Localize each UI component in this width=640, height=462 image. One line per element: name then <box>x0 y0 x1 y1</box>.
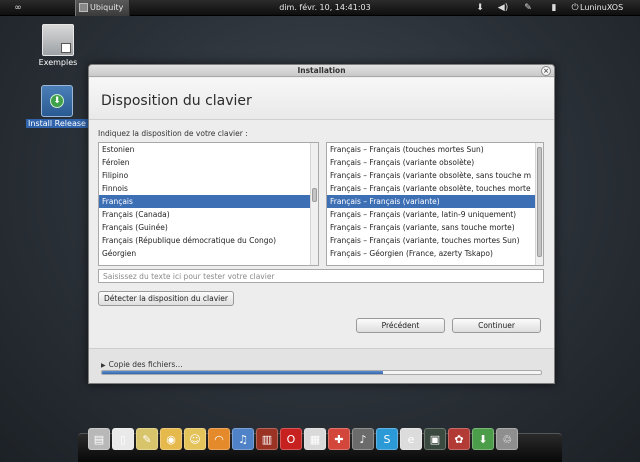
scrollbar-thumb[interactable] <box>537 147 542 257</box>
skype-icon[interactable]: S <box>376 428 398 450</box>
installer-icon: ⬇ <box>41 85 73 117</box>
list-item[interactable]: Estonien <box>99 143 310 156</box>
opera-icon[interactable]: O <box>280 428 302 450</box>
user-menu[interactable]: LuninuXOS <box>580 0 638 16</box>
list-item[interactable]: Français (Canada) <box>99 208 310 221</box>
back-button[interactable]: Précédent <box>356 318 445 333</box>
panel-clock[interactable]: dim. févr. 10, 14:41:03 <box>270 0 380 16</box>
close-icon[interactable]: × <box>541 66 551 76</box>
puzzle-icon[interactable]: ✚ <box>328 428 350 450</box>
window-title: Installation <box>297 66 346 75</box>
progress-bar <box>101 370 542 375</box>
list-item[interactable]: Français – Français (variante, latin-9 u… <box>327 208 535 221</box>
list-item[interactable]: Français – Français (touches mortes Sun) <box>327 143 535 156</box>
cheese-icon[interactable]: ◉ <box>160 428 182 450</box>
contacts-icon[interactable]: ☺ <box>184 428 206 450</box>
list-item[interactable]: Filipino <box>99 169 310 182</box>
list-item[interactable]: Français – Français (variante, sans touc… <box>327 221 535 234</box>
rss-icon[interactable]: ◠ <box>208 428 230 450</box>
volume-icon[interactable]: ◀) <box>496 0 510 16</box>
list-item[interactable]: Féroïen <box>99 156 310 169</box>
page-header: Disposition du clavier <box>89 78 554 120</box>
variant-list-scrollbar[interactable] <box>535 143 543 265</box>
window-title-bar[interactable]: Installation × <box>89 65 554 77</box>
progress-expander[interactable]: ▶ Copie des fichiers… <box>101 360 183 369</box>
list-item[interactable]: Français – Français (variante obsolète) <box>327 156 535 169</box>
list-item[interactable]: Français – Géorgien (France, azerty Tska… <box>327 247 535 260</box>
folder-shortcut-icon <box>42 24 74 56</box>
keyboard-test-input[interactable] <box>98 269 544 283</box>
desktop-icon-label: Exemples <box>38 58 78 67</box>
trash-icon[interactable]: ♲ <box>496 428 518 450</box>
files-icon[interactable]: ▤ <box>88 428 110 450</box>
dock: ▤ ▯ ✎ ◉ ☺ ◠ ♫ ▥ O ▦ ✚ ♪ Se ▣ ✿ ⬇ ♲ <box>88 428 518 454</box>
document-icon[interactable]: ▯ <box>112 428 134 450</box>
keyboard-layout-rows: Estonien Féroïen Filipino Finnois Français Fr… <box>99 143 310 260</box>
desktop-icon-examples[interactable]: Exemples <box>30 24 86 67</box>
list-item[interactable]: Français – Français (variante obsolète, … <box>327 169 535 182</box>
list-item[interactable]: Français <box>99 195 310 208</box>
book-icon[interactable]: ▥ <box>256 428 278 450</box>
keyboard-layout-list[interactable]: Estonien Féroïen Filipino Finnois Français Fr… <box>98 142 319 266</box>
layout-list-scrollbar[interactable] <box>310 143 318 265</box>
keyboard-variant-rows: Français – Français (touches mortes Sun)… <box>327 143 535 260</box>
list-item[interactable]: Géorgien <box>99 247 310 260</box>
ie-browser-icon[interactable]: e <box>400 428 422 450</box>
active-app-tab[interactable]: Ubiquity <box>75 0 130 16</box>
top-panel: ∞ Ubiquity dim. févr. 10, 14:41:03 ⬇ ◀) … <box>0 0 640 16</box>
photos-icon[interactable]: ▦ <box>304 428 326 450</box>
progress-area: ▶ Copie des fichiers… <box>89 348 554 383</box>
list-item[interactable]: Français – Français (variante, touches m… <box>327 234 535 247</box>
battery-icon[interactable]: ▮ <box>548 0 560 16</box>
desktop-icon-install-release[interactable]: ⬇ Install Release <box>26 85 88 128</box>
notes-icon[interactable]: ✎ <box>136 428 158 450</box>
infinity-logo-icon[interactable]: ∞ <box>8 0 28 16</box>
apple-logo-icon[interactable] <box>46 0 58 16</box>
desktop-icon-label: Install Release <box>26 119 88 128</box>
terminal-icon[interactable]: ▣ <box>424 428 446 450</box>
installer-window: Installation × Disposition du clavier In… <box>88 64 555 384</box>
list-item[interactable]: Français – Français (variante) <box>327 195 535 208</box>
expander-triangle-icon: ▶ <box>101 362 106 369</box>
settings-icon[interactable]: ✿ <box>448 428 470 450</box>
keyboard-variant-list[interactable]: Français – Français (touches mortes Sun)… <box>326 142 544 266</box>
active-app-name: Ubiquity <box>90 3 124 12</box>
installer-icon[interactable]: ⬇ <box>472 428 494 450</box>
pen-icon[interactable]: ✎ <box>522 0 534 16</box>
list-item[interactable]: Finnois <box>99 182 310 195</box>
scrollbar-thumb[interactable] <box>312 188 317 202</box>
instruction-label: Indiquez la disposition de votre clavier… <box>98 129 248 138</box>
detect-layout-button[interactable]: Détecter la disposition du clavier <box>98 291 234 306</box>
list-item[interactable]: Français (République démocratique du Con… <box>99 234 310 247</box>
progress-label: Copie des fichiers… <box>108 360 183 369</box>
power-icon[interactable]: ⏻ <box>570 0 580 16</box>
download-icon[interactable]: ⬇ <box>474 0 486 16</box>
list-item[interactable]: Français – Français (variante obsolète, … <box>327 182 535 195</box>
app-icon <box>79 3 88 12</box>
list-item[interactable]: Français (Guinée) <box>99 221 310 234</box>
page-title: Disposition du clavier <box>101 93 252 109</box>
microphone-icon[interactable]: ♪ <box>352 428 374 450</box>
beatbox-icon[interactable]: ♫ <box>232 428 254 450</box>
continue-button[interactable]: Continuer <box>452 318 541 333</box>
progress-fill <box>102 371 383 374</box>
